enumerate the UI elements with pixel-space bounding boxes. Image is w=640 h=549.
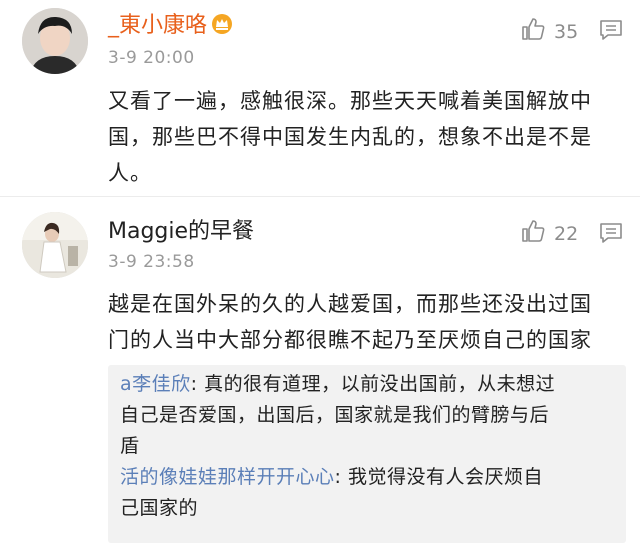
reply-button[interactable] xyxy=(599,222,623,248)
like-button[interactable]: 22 xyxy=(520,218,578,249)
comment-bubble-icon xyxy=(599,20,623,45)
comment-time: 3-9 20:00 xyxy=(108,48,195,68)
like-button[interactable]: 35 xyxy=(520,16,578,47)
reply-thread: a李佳欣: 真的很有道理，以前没出国前，从未想过 自己是否爱国，出国后，国家就是… xyxy=(108,365,626,543)
like-count: 35 xyxy=(554,20,579,43)
comment-text: 越是在国外呆的久的人越爱国，而那些还没出过国 门的人当中大部分都很瞧不起乃至厌烦… xyxy=(108,292,592,352)
thumbs-up-icon xyxy=(520,16,546,47)
comment-text: 又看了一遍，感触很深。那些天天喊着美国解放中 国，那些巴不得中国发生内乱的，想象… xyxy=(108,89,592,185)
comment-bubble-icon xyxy=(599,223,623,248)
author-name[interactable]: _東小康咯 xyxy=(108,12,233,43)
reply-author[interactable]: a李佳欣 xyxy=(120,373,191,395)
crown-icon xyxy=(211,13,233,43)
comment-divider xyxy=(0,196,640,197)
author-name[interactable]: Maggie的早餐 xyxy=(108,218,254,246)
like-count: 22 xyxy=(554,222,579,245)
thumbs-up-icon xyxy=(520,218,546,249)
comment-time: 3-9 23:58 xyxy=(108,252,195,272)
avatar-user-1[interactable] xyxy=(22,8,88,74)
avatar-user-2[interactable] xyxy=(22,212,88,278)
reply-button[interactable] xyxy=(599,19,623,45)
reply-item[interactable]: a李佳欣: 真的很有道理，以前没出国前，从未想过 自己是否爱国，出国后，国家就是… xyxy=(120,369,614,462)
reply-author[interactable]: 活的像娃娃那样开开心心 xyxy=(120,466,335,488)
reply-item[interactable]: 活的像娃娃那样开开心心: 我觉得没有人会厌烦自 己国家的 xyxy=(120,462,614,524)
